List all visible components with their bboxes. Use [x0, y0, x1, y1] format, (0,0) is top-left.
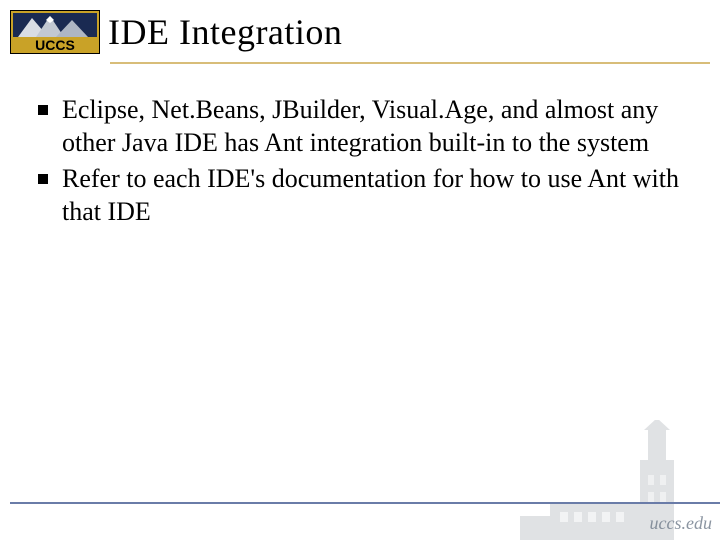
logo-text: UCCS [35, 37, 75, 53]
uccs-logo: UCCS [10, 10, 100, 54]
slide-header: UCCS IDE Integration [0, 0, 720, 54]
list-item: Refer to each IDE's documentation for ho… [38, 163, 692, 228]
footer-divider [10, 502, 720, 504]
list-item: Eclipse, Net.Beans, JBuilder, Visual.Age… [38, 94, 692, 159]
slide-content: Eclipse, Net.Beans, JBuilder, Visual.Age… [0, 64, 720, 228]
bullet-square-icon [38, 174, 48, 184]
slide-footer: uccs.edu [0, 480, 720, 540]
bullet-text: Refer to each IDE's documentation for ho… [62, 163, 692, 228]
footer-url: uccs.edu [650, 513, 712, 534]
bullet-text: Eclipse, Net.Beans, JBuilder, Visual.Age… [62, 94, 692, 159]
bullet-square-icon [38, 105, 48, 115]
title-underline [110, 62, 710, 64]
slide-title: IDE Integration [108, 11, 342, 53]
slide: UCCS IDE Integration Eclipse, Net.Beans,… [0, 0, 720, 540]
